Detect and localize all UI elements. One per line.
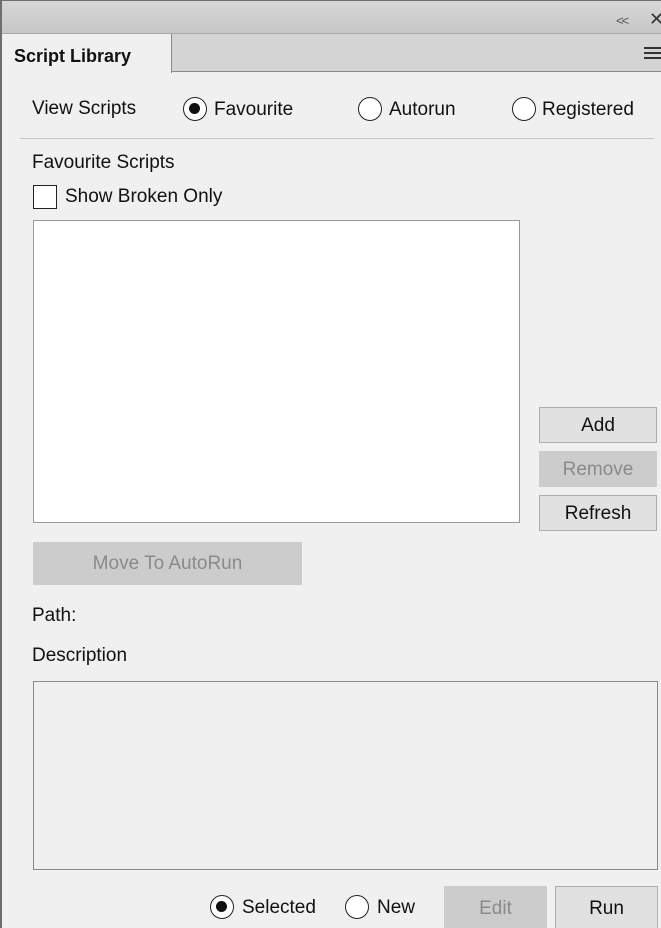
radio-new-indicator[interactable] <box>345 895 369 919</box>
description-box <box>33 681 658 870</box>
panel-titlebar: << ✕ <box>2 1 661 34</box>
remove-button[interactable]: Remove <box>539 451 657 487</box>
show-broken-label[interactable]: Show Broken Only <box>65 186 222 208</box>
radio-selected-indicator[interactable] <box>210 895 234 919</box>
section-title: Favourite Scripts <box>32 152 175 173</box>
move-to-autorun-button[interactable]: Move To AutoRun <box>33 542 302 585</box>
scripts-list[interactable] <box>33 220 520 523</box>
add-button[interactable]: Add <box>539 407 657 443</box>
path-label: Path: <box>32 605 77 626</box>
show-broken-checkbox-box[interactable] <box>33 185 57 209</box>
radio-autorun-indicator[interactable] <box>358 97 382 121</box>
collapse-icon[interactable]: << <box>616 13 629 28</box>
script-library-panel: << ✕ Script Library View Scripts Favouri… <box>0 0 661 928</box>
radio-autorun-label[interactable]: Autorun <box>389 99 456 121</box>
view-scripts-label: View Scripts <box>32 98 137 119</box>
radio-new-label[interactable]: New <box>377 897 415 919</box>
close-icon[interactable]: ✕ <box>649 9 661 30</box>
radio-registered-indicator[interactable] <box>512 97 536 121</box>
description-label: Description <box>32 645 128 666</box>
refresh-button[interactable]: Refresh <box>539 495 657 531</box>
radio-selected-label[interactable]: Selected <box>242 897 316 919</box>
edit-button[interactable]: Edit <box>444 886 547 928</box>
radio-registered-label[interactable]: Registered <box>542 99 634 121</box>
tab-bar: Script Library <box>2 34 661 73</box>
tab-script-library[interactable]: Script Library <box>2 34 172 73</box>
radio-favourite-indicator[interactable] <box>183 97 207 121</box>
hamburger-menu-icon[interactable] <box>644 47 661 60</box>
radio-favourite-label[interactable]: Favourite <box>214 99 293 121</box>
divider <box>20 138 654 139</box>
run-button[interactable]: Run <box>555 886 658 928</box>
